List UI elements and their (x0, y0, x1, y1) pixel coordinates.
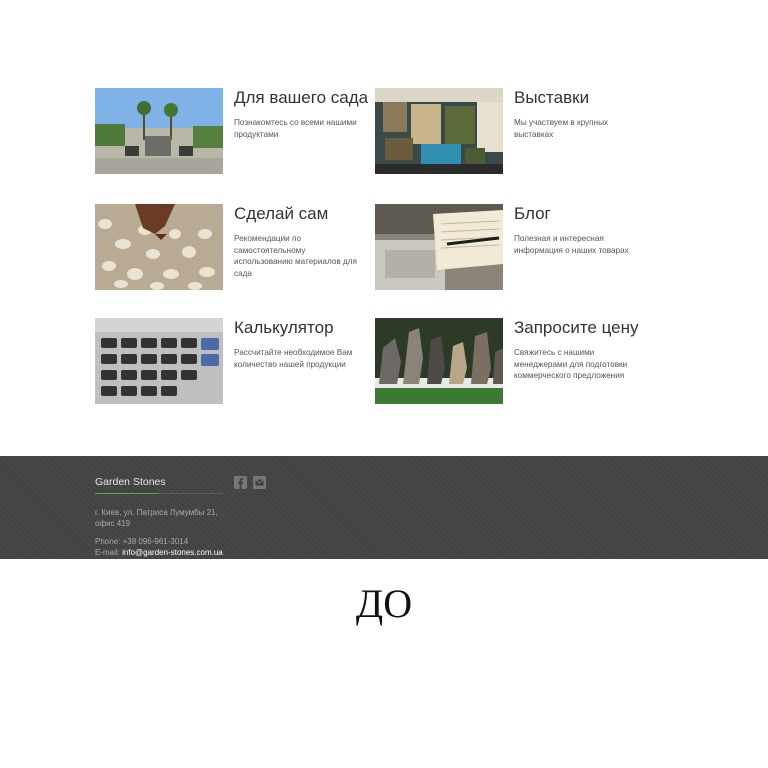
footer: Garden Stones г. Киев, ул. Патриса Лумум… (0, 456, 768, 559)
brand-divider (95, 493, 223, 494)
card-title[interactable]: Выставки (514, 88, 589, 108)
mail-icon[interactable] (253, 476, 266, 489)
footer-brand: Garden Stones (95, 476, 166, 488)
card-title[interactable]: Для вашего сада (234, 88, 368, 108)
card-diy[interactable]: Сделай сам Рекомендации по самостоятельн… (95, 204, 365, 294)
card-title[interactable]: Калькулятор (234, 318, 334, 338)
card-title[interactable]: Блог (514, 204, 551, 224)
card-description: Рекомендации по самостоятельному использ… (234, 234, 357, 278)
rocks-image[interactable] (375, 318, 503, 404)
calculator-image[interactable] (95, 318, 223, 404)
card-description: Познакомтесь со всеми нашими продуктами (234, 118, 357, 139)
footer-phone: Phone: +38 096-961-3014 (95, 537, 189, 546)
stones-image[interactable] (95, 204, 223, 290)
card-garden[interactable]: Для вашего сада Познакомтесь со всеми на… (95, 88, 368, 178)
footer-email: E-mail: info@garden-stones.com.ua (95, 548, 223, 557)
card-calculator[interactable]: Калькулятор Рассчитайте необходимое Вам … (95, 318, 365, 408)
exhibition-image[interactable] (375, 88, 503, 174)
facebook-icon[interactable] (234, 476, 247, 489)
card-title[interactable]: Запросите цену (514, 318, 639, 338)
card-title[interactable]: Сделай сам (234, 204, 328, 224)
card-description: Мы участвуем в крупных выставках (514, 118, 609, 139)
address-line-1: г. Киев, ул. Патриса Лумумбы 21, (95, 508, 218, 517)
email-label: E-mail: (95, 548, 123, 557)
card-request-price[interactable]: Запросите цену Свяжитесь с нашими менедж… (375, 318, 645, 408)
footer-address: г. Киев, ул. Патриса Лумумбы 21, офис 41… (95, 507, 218, 529)
card-description: Свяжитесь с нашими менеджерами для подго… (514, 348, 628, 380)
card-description: Рассчитайте необходимое Вам количество н… (234, 348, 353, 369)
card-blog[interactable]: Блог Полезная и интересная информация о … (375, 204, 645, 294)
bottom-caption: ДО (355, 581, 413, 626)
blog-image[interactable] (375, 204, 503, 290)
email-link[interactable]: info@garden-stones.com.ua (122, 548, 223, 557)
card-description: Полезная и интересная информация о наших… (514, 234, 629, 255)
address-line-2: офис 419 (95, 519, 131, 528)
card-exhibitions[interactable]: Выставки Мы участвуем в крупных выставка… (375, 88, 645, 178)
brand-divider-accent (95, 493, 159, 494)
garden-image[interactable] (95, 88, 223, 174)
